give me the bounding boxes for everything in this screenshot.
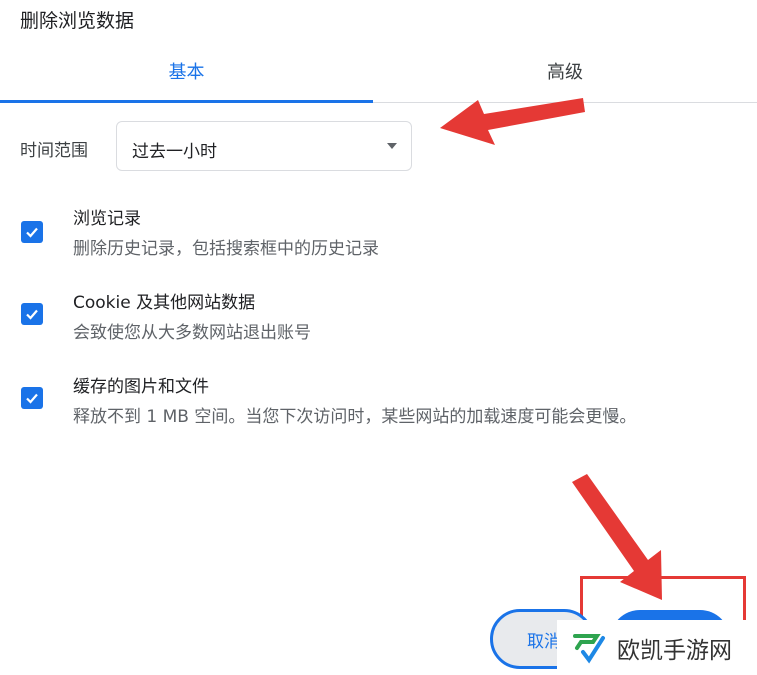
tab-advanced[interactable]: 高级 [373,44,757,102]
tab-bar: 基本 高级 [0,44,757,103]
tab-basic[interactable]: 基本 [0,44,373,103]
option-title: 缓存的图片和文件 [73,377,209,397]
option-cache: 缓存的图片和文件 释放不到 1 MB 空间。当您下次访问时，某些网站的加载速度可… [0,372,757,432]
check-icon [26,309,38,320]
option-cookies: Cookie 及其他网站数据 会致使您从大多数网站退出账号 [0,288,757,348]
option-description: 会致使您从大多数网站退出账号 [73,323,311,343]
time-range-value: 过去一小时 [132,142,217,162]
checkbox-cache[interactable] [21,387,43,409]
watermark: 欧凯手游网 [557,620,757,675]
option-description: 删除历史记录，包括搜索框中的历史记录 [73,239,379,259]
watermark-text: 欧凯手游网 [617,637,732,664]
time-range-select[interactable]: 过去一小时 [116,121,412,171]
option-browsing-history: 浏览记录 删除历史记录，包括搜索框中的历史记录 [0,204,757,264]
logo-icon [573,633,605,664]
check-icon [26,393,38,404]
option-title: 浏览记录 [73,209,141,229]
checkbox-browsing-history[interactable] [21,221,43,243]
dialog-title: 删除浏览数据 [20,10,135,32]
check-icon [26,227,38,238]
time-range-label: 时间范围 [20,141,88,161]
checkbox-cookies[interactable] [21,303,43,325]
chevron-down-icon [387,143,397,149]
option-description: 释放不到 1 MB 空间。当您下次访问时，某些网站的加载速度可能会更慢。 [73,407,637,427]
option-title: Cookie 及其他网站数据 [73,293,256,313]
